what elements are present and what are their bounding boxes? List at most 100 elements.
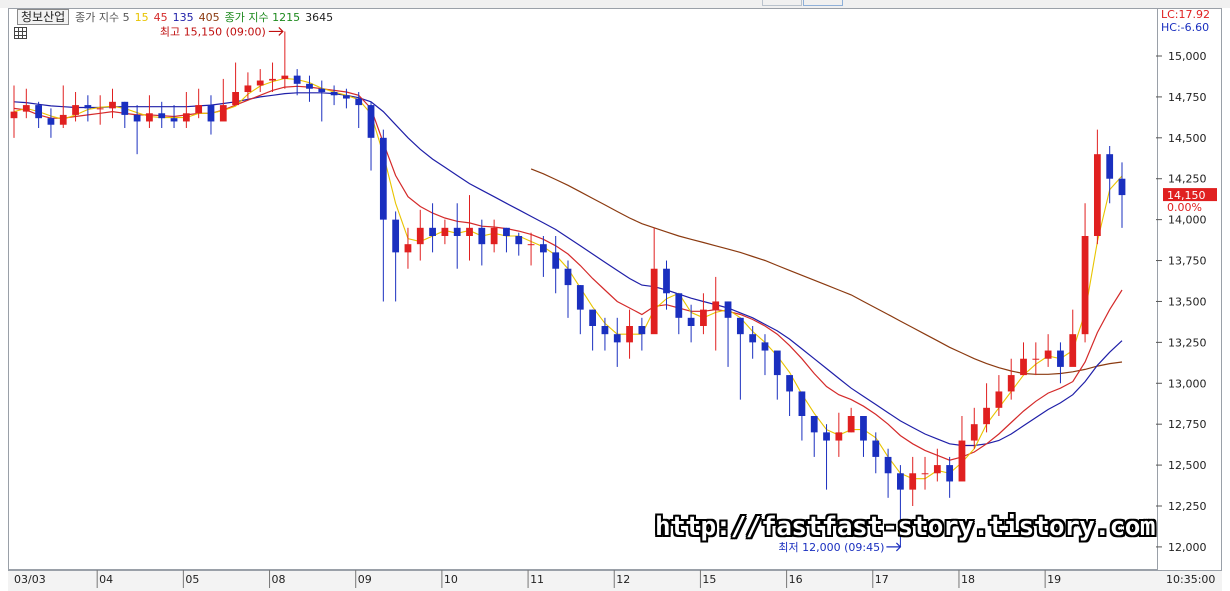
candle-body <box>749 334 757 343</box>
candle-body <box>823 432 830 441</box>
candle-body <box>343 95 350 99</box>
ma-period-405: 405 <box>198 10 220 24</box>
x-tick-label: 10 <box>444 573 458 586</box>
candle-body <box>146 113 153 122</box>
candle-body <box>650 268 658 335</box>
candle-body <box>429 227 436 236</box>
candle-body <box>109 101 116 109</box>
y-tick-label: 13,000 <box>1168 377 1207 390</box>
candlestick-chart[interactable]: 12,000 12,250 12,500 12,750 13,000 13,250 13,5… <box>0 0 1230 591</box>
candle-body <box>946 465 954 482</box>
candle-body <box>269 78 276 81</box>
candle-body <box>687 317 695 326</box>
candle-body <box>306 83 313 89</box>
x-tick-label: 16 <box>789 573 803 586</box>
candle-body <box>22 105 30 112</box>
candle-body <box>958 440 966 482</box>
candle-body <box>72 105 79 115</box>
candle-body <box>884 456 892 474</box>
x-tick-label: 11 <box>530 573 544 586</box>
candle-body <box>613 334 621 343</box>
candle-body <box>1057 350 1064 367</box>
low-annotation: 최저 12,000 (09:45) <box>778 541 884 554</box>
candle-body <box>84 105 92 109</box>
indicator-legend: 청보산업 종가 지수 5 15 45 135 405 종가 지수 1215 36… <box>17 9 338 25</box>
candle-body <box>404 244 412 253</box>
candle-body <box>1106 154 1114 179</box>
low-arrow <box>886 542 902 552</box>
candle-body <box>1044 350 1052 359</box>
lc-hc-readout: LC:17.92 HC:-6.60 <box>1161 8 1210 34</box>
candle-body <box>478 227 486 245</box>
high-annotation: 최고 15,150 (09:00) <box>160 25 266 38</box>
candle-body <box>970 424 978 441</box>
candle-body <box>318 88 326 92</box>
candle-body <box>921 473 929 475</box>
candle-body <box>96 108 104 110</box>
candle-body <box>1020 358 1027 376</box>
candle-body <box>182 113 190 122</box>
candle-body <box>786 375 793 392</box>
x-tick-label: 09 <box>358 573 372 586</box>
candle-body <box>933 465 941 474</box>
ma-period-135: 135 <box>172 10 194 24</box>
ma-period-15: 15 <box>134 10 149 24</box>
candle-body <box>576 285 584 310</box>
candle-body <box>1118 178 1126 196</box>
candle-body <box>539 244 547 253</box>
candle-body <box>761 342 769 351</box>
candle-body <box>219 105 227 122</box>
x-tick-label: 05 <box>185 573 199 586</box>
candle-body <box>847 416 855 433</box>
watermark-text: http://fastfast-story.tistory.com <box>655 512 1156 542</box>
candle-body <box>441 227 449 236</box>
candle-body <box>564 268 572 286</box>
ma-label: 종가 지수 5 <box>75 11 130 24</box>
candle-body <box>909 473 917 490</box>
y-tick-label: 12,750 <box>1168 418 1207 431</box>
candle-body <box>872 440 880 457</box>
candle-body <box>1093 154 1101 236</box>
lc-value: LC:17.92 <box>1161 8 1211 21</box>
candle-body <box>810 416 818 433</box>
candle-body <box>1069 334 1077 367</box>
candle-body <box>700 309 707 326</box>
candle-body <box>232 92 239 106</box>
y-tick-label: 13,500 <box>1168 295 1207 308</box>
candle-body <box>503 227 510 236</box>
candle-body <box>158 113 166 119</box>
candle-body <box>724 301 732 318</box>
candle-body <box>133 114 141 122</box>
candle-body <box>626 326 633 343</box>
candle-body <box>1032 358 1040 360</box>
x-tick-label: 12 <box>616 573 630 586</box>
x-tick-label: 15 <box>702 573 716 586</box>
candle-body <box>466 227 473 236</box>
candle-body <box>663 268 670 294</box>
candle-body <box>515 236 523 245</box>
ma2-period: 3645 <box>305 10 334 24</box>
grid-icon[interactable] <box>14 27 27 39</box>
ma-period-45: 45 <box>153 10 168 24</box>
candle-body <box>860 416 867 441</box>
candle-body <box>47 118 55 125</box>
stock-name-box[interactable]: 청보산업 <box>17 9 70 25</box>
high-arrow <box>268 27 284 36</box>
x-tick-label: 04 <box>99 573 113 586</box>
candle-body <box>589 309 597 326</box>
x-tick-label: 17 <box>875 573 889 586</box>
candle-body <box>1007 375 1015 392</box>
candle-body <box>10 111 18 119</box>
candle-body <box>835 432 843 441</box>
y-tick-label: 13,250 <box>1168 336 1207 349</box>
candle-body <box>736 317 744 335</box>
candle-body <box>675 293 683 318</box>
y-tick-label: 13,750 <box>1168 255 1207 268</box>
candle-body <box>379 137 387 220</box>
candle-body <box>330 92 338 96</box>
candle-body <box>35 105 43 119</box>
ma2-label: 종가 지수 1215 <box>224 11 301 24</box>
change-percent-label: 0.00% <box>1167 201 1202 214</box>
candle-body <box>983 407 990 425</box>
candle-body <box>552 252 560 269</box>
